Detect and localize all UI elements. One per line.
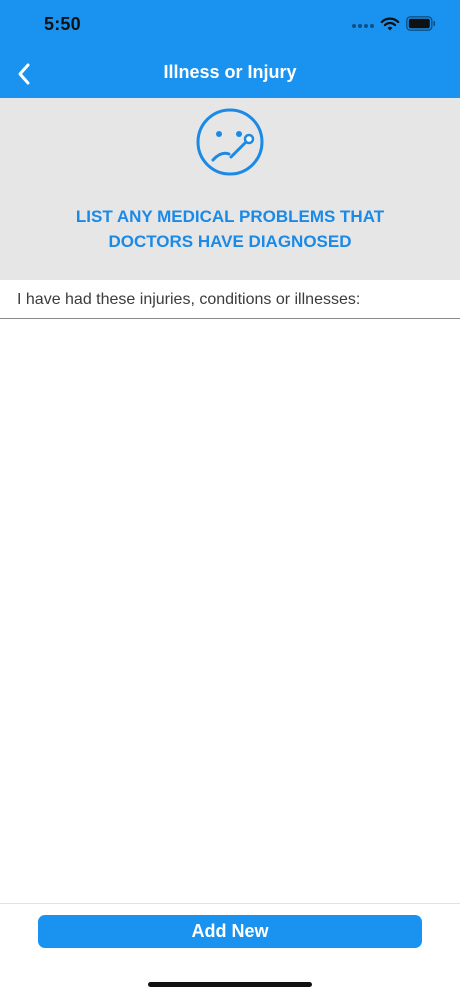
footer-divider bbox=[0, 903, 460, 904]
header-line-2: DOCTORS HAVE DIAGNOSED bbox=[108, 232, 352, 251]
status-bar: 5:50 bbox=[0, 0, 460, 50]
back-button[interactable] bbox=[8, 58, 40, 90]
sick-face-thermometer-icon bbox=[196, 108, 264, 176]
add-new-button[interactable]: Add New bbox=[38, 915, 422, 948]
wifi-icon bbox=[380, 17, 400, 31]
header-panel: LIST ANY MEDICAL PROBLEMS THAT DOCTORS H… bbox=[0, 98, 460, 280]
section-divider bbox=[0, 318, 460, 319]
chevron-left-icon bbox=[18, 63, 30, 85]
home-indicator[interactable] bbox=[148, 982, 312, 987]
page-title: Illness or Injury bbox=[163, 62, 297, 82]
signal-dots-icon bbox=[352, 24, 374, 30]
status-time: 5:50 bbox=[44, 14, 81, 34]
section-label: I have had these injuries, conditions or… bbox=[17, 291, 361, 308]
conditions-list[interactable] bbox=[0, 320, 460, 902]
navigation-bar: Illness or Injury bbox=[0, 50, 460, 98]
header-line-1: LIST ANY MEDICAL PROBLEMS THAT bbox=[75, 207, 385, 226]
battery-icon bbox=[406, 16, 436, 31]
header-instruction: LIST ANY MEDICAL PROBLEMS THAT DOCTORS H… bbox=[20, 204, 440, 254]
